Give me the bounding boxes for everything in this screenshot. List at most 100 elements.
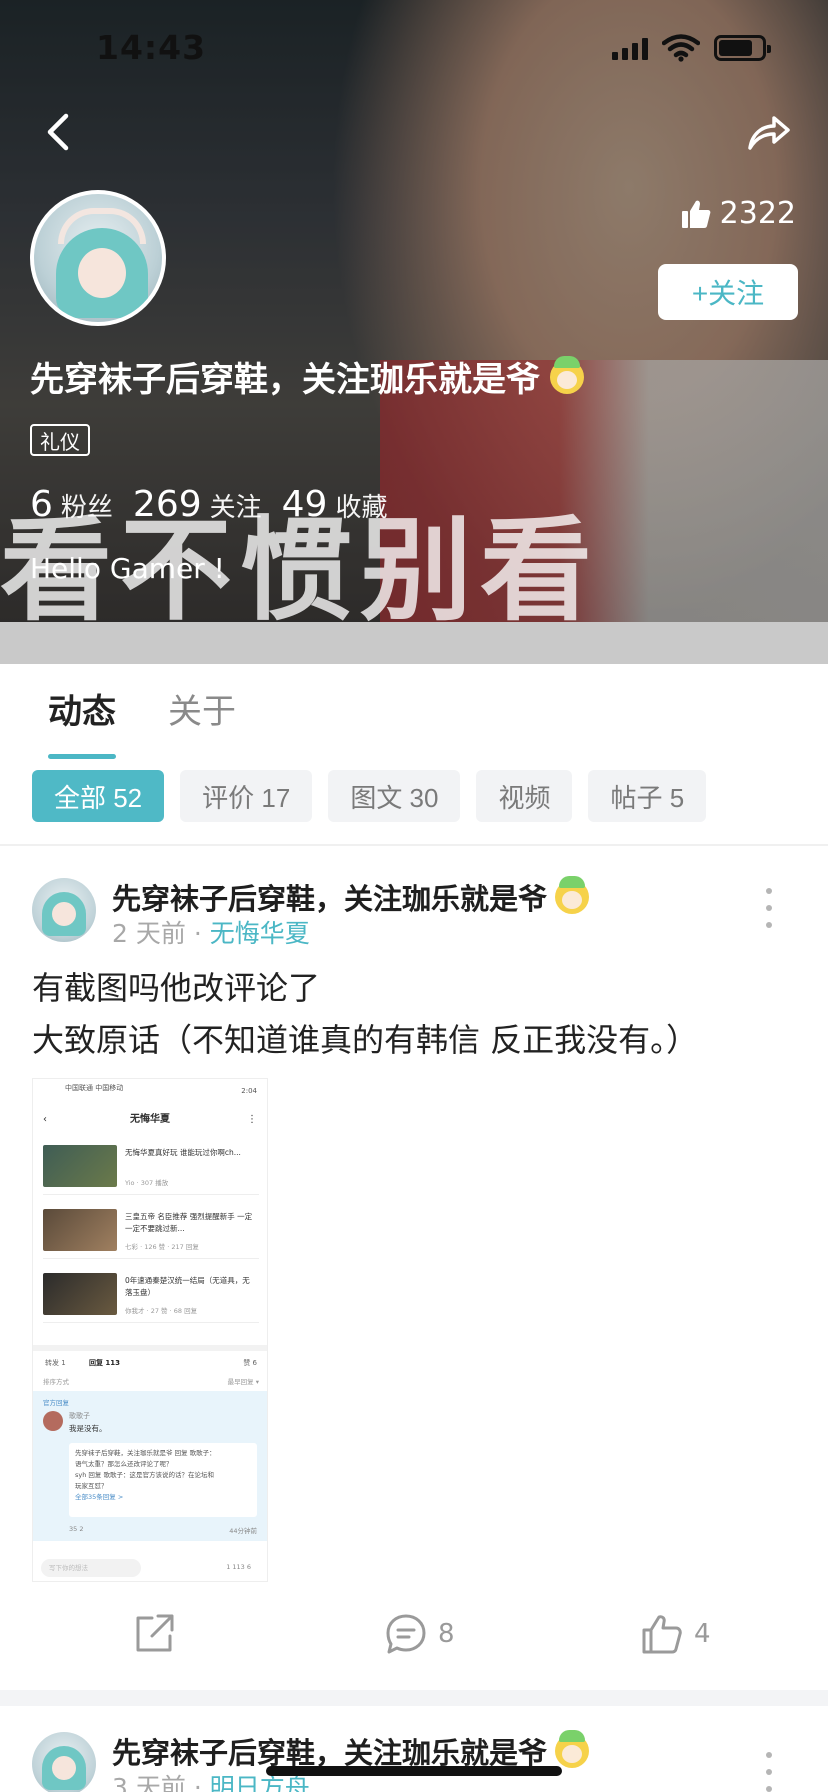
following-count[interactable]: 269	[133, 484, 202, 525]
thumbs-up-icon	[642, 1615, 682, 1654]
tab-about[interactable]: 关于	[168, 684, 236, 733]
fans-count[interactable]: 6	[30, 484, 53, 525]
status-bar: 14:43	[0, 0, 828, 96]
shot-reply-text: 我是没有。	[69, 1424, 107, 1433]
shot-official-label: 官方回复	[43, 1399, 69, 1407]
shot-comment-input: 写下你的想法	[41, 1559, 141, 1577]
thumbs-up-icon	[681, 200, 711, 228]
avatar-emoji-icon	[555, 1730, 590, 1768]
share-icon[interactable]	[744, 108, 792, 156]
post-author-name: 先穿袜子后穿鞋，关注珈乐就是爷	[112, 882, 548, 916]
shot-bottom-bar: 写下你的想法 1 113 6	[33, 1553, 267, 1581]
shot-quote-more: 全部35条回复 >	[75, 1493, 124, 1501]
shot-sort: 排序方式 最早回复 ▾	[43, 1376, 259, 1386]
shot-quote: 先穿袜子后穿鞋，关注珈乐就是爷 回复 歌歌子： 语气太重？那怎么还改评论了呢？ …	[69, 1443, 257, 1517]
shot-back-icon: ‹	[43, 1114, 47, 1125]
shot-item-sub: 你我才 · 27 赞 · 68 回复	[125, 1307, 198, 1315]
tab-activity[interactable]: 动态	[48, 684, 116, 759]
more-options-icon[interactable]	[764, 888, 774, 928]
shot-sort-label: 排序方式	[43, 1378, 69, 1386]
shot-reply-time: 44分钟前	[229, 1527, 257, 1535]
battery-icon	[714, 35, 771, 61]
shot-quote-line: 语气太重？那怎么还改评论了呢？	[75, 1460, 173, 1468]
divider	[0, 844, 828, 846]
shot-quote-line: 玩家互怼？	[75, 1482, 108, 1490]
comment-icon	[386, 1614, 426, 1654]
shot-bottom-actions: 1 113 6	[226, 1563, 251, 1571]
post-body-line: 有截图吗他改评论了	[32, 969, 321, 1007]
shot-tab-forward: 转发 1	[45, 1359, 66, 1367]
shot-reply-block: 官方回复 歌歌子 我是没有。 先穿袜子后穿鞋，关注珈乐就是爷 回复 歌歌子： 语…	[33, 1391, 267, 1541]
post-separator	[0, 1690, 828, 1706]
post-image[interactable]: 中国联通 中国移动 2:04 ‹ 无悔华夏 ⋮ 无悔华夏真好玩 谁能玩过你啊ch…	[32, 1078, 268, 1582]
follow-button[interactable]: +关注	[658, 264, 798, 320]
home-indicator	[266, 1766, 562, 1776]
shot-sort-value: 最早回复 ▾	[227, 1378, 259, 1386]
shot-item-title: 0年速通秦楚汉统一结局（无道具，无落玉盘）	[125, 1276, 250, 1297]
shot-quote-line: 先穿袜子后穿鞋，关注珈乐就是爷 回复 歌歌子：	[75, 1449, 216, 1457]
tab-active-indicator	[48, 754, 116, 759]
filter-chips: 全部 52 评价 17 图文 30 视频 帖子 5	[32, 770, 707, 822]
shot-reply-avatar	[43, 1411, 63, 1431]
filter-threads[interactable]: 帖子 5	[588, 770, 707, 822]
shot-item-sub: 七彩 · 126 赞 · 217 回复	[125, 1243, 199, 1251]
shot-time: 2:04	[241, 1087, 257, 1095]
shot-list-item: 三皇五帝 名臣推荐 强烈提醒新手 一定一定不要跳过新... 七彩 · 126 赞…	[43, 1203, 259, 1259]
shot-item-title: 三皇五帝 名臣推荐 强烈提醒新手 一定一定不要跳过新...	[125, 1212, 253, 1233]
filter-all[interactable]: 全部 52	[32, 770, 165, 822]
following-label[interactable]: 关注	[210, 487, 262, 524]
favorites-count[interactable]: 49	[282, 484, 328, 525]
tab-activity-label: 动态	[48, 692, 116, 732]
filter-reviews[interactable]: 评价 17	[180, 770, 313, 822]
profile-name: 先穿袜子后穿鞋，关注珈乐就是爷	[30, 352, 584, 401]
post-avatar[interactable]	[32, 1732, 96, 1792]
like-button[interactable]: 4	[640, 1612, 711, 1656]
shot-list-item: 0年速通秦楚汉统一结局（无道具，无落玉盘） 你我才 · 27 赞 · 68 回复	[43, 1267, 259, 1323]
main-tabs: 动态 关于	[0, 664, 828, 759]
post-meta: 2 天前 · 无悔华夏	[112, 914, 310, 950]
comment-button[interactable]: 8	[384, 1612, 455, 1656]
post-time: 3 天前	[112, 1773, 186, 1792]
like-count: 4	[694, 1619, 711, 1649]
shot-reply-actions: 35 2 44分钟前	[69, 1525, 257, 1535]
shot-header: ‹ 无悔华夏 ⋮	[33, 1107, 267, 1133]
share-button[interactable]	[132, 1612, 176, 1656]
profile-name-text: 先穿袜子后穿鞋，关注珈乐就是爷	[30, 360, 540, 400]
wifi-icon	[662, 34, 700, 62]
shot-reply-counts: 35 2	[69, 1525, 84, 1533]
post-author[interactable]: 先穿袜子后穿鞋，关注珈乐就是爷	[112, 876, 590, 918]
post-time: 2 天前	[112, 919, 186, 948]
shot-tab-like: 赞 6	[243, 1359, 257, 1367]
shot-tab-reply: 回复 113	[89, 1359, 121, 1367]
shot-carrier: 中国联通 中国移动	[65, 1084, 124, 1092]
favorites-label[interactable]: 收藏	[335, 487, 387, 524]
share-icon	[136, 1614, 174, 1652]
shot-thumbnail	[43, 1273, 117, 1315]
avatar-emoji-icon	[555, 876, 590, 914]
fans-label[interactable]: 粉丝	[61, 487, 113, 524]
back-icon[interactable]	[38, 108, 78, 156]
shot-thumbnail	[43, 1209, 117, 1251]
post-body-line: 大致原话（不知道谁真的有韩信 反正我没有。）	[32, 1021, 699, 1059]
shot-status-bar: 中国联通 中国移动 2:04	[33, 1079, 267, 1101]
banner-bottom-band	[0, 622, 828, 664]
meta-separator: ·	[193, 919, 202, 948]
profile-tag-badge: 礼仪	[30, 424, 90, 456]
shot-item-title: 无悔华夏真好玩 谁能玩过你啊ch...	[125, 1148, 241, 1157]
more-options-icon[interactable]	[764, 1752, 774, 1792]
shot-title: 无悔华夏	[130, 1114, 170, 1125]
post-game-link[interactable]: 无悔华夏	[210, 919, 310, 948]
profile-bio: Hello Gamer !	[30, 552, 225, 585]
shot-thumbnail	[43, 1145, 117, 1187]
profile-stats: 6 粉丝 269 关注 49 收藏	[30, 484, 407, 525]
profile-avatar[interactable]	[30, 190, 166, 326]
tab-about-label: 关于	[168, 692, 236, 732]
status-icons	[612, 34, 771, 62]
shot-quote-line: syh 回复 歌歌子：这是官方该说的话？在论坛和	[75, 1471, 214, 1479]
signal-icon	[612, 36, 648, 60]
filter-videos[interactable]: 视频	[476, 770, 573, 822]
filter-image-posts[interactable]: 图文 30	[328, 770, 461, 822]
meta-separator: ·	[193, 1773, 202, 1792]
profile-likes: 2322	[680, 196, 796, 231]
post-avatar[interactable]	[32, 878, 96, 942]
